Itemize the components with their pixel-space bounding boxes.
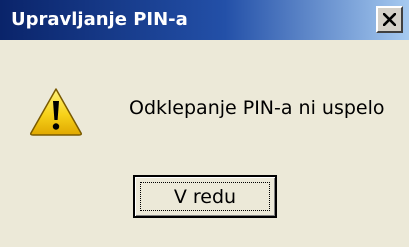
window-title: Upravljanje PIN-a [11,9,188,30]
ok-button-label: V redu [173,185,237,208]
warning-icon [30,88,82,136]
close-button[interactable] [376,6,403,33]
dialog-content: Odklepanje PIN-a ni uspelo V redu [0,40,409,247]
close-icon [383,13,396,26]
ok-button[interactable]: V redu [133,175,277,218]
dialog-window: Upravljanje PIN-a Odklepanje PIN-a ni us… [0,0,409,247]
title-bar[interactable]: Upravljanje PIN-a [0,0,409,40]
error-message: Odklepanje PIN-a ni uspelo [129,97,385,119]
